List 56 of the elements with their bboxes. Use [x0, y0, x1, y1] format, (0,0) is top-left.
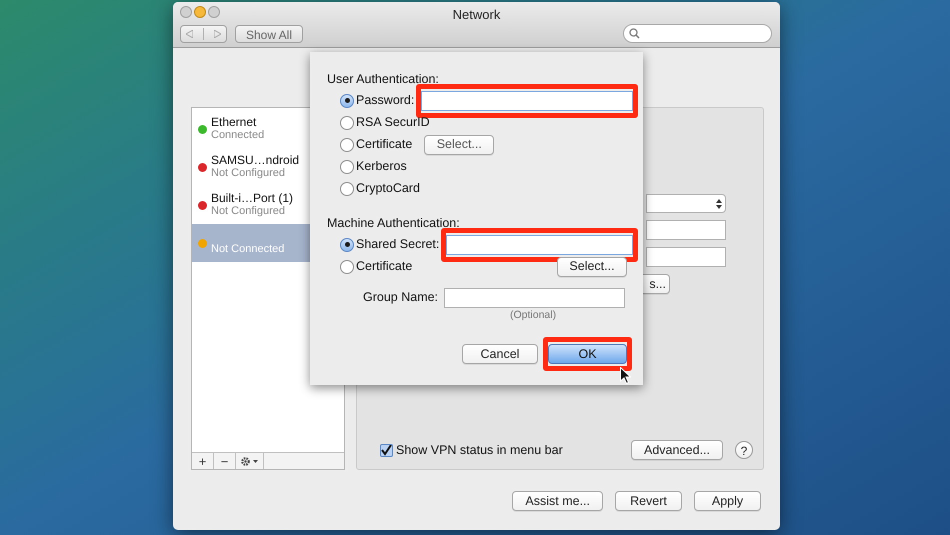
footer-button[interactable]: Apply [694, 491, 761, 511]
close-icon[interactable] [180, 6, 192, 18]
field-label: Group Name: [363, 289, 438, 306]
service-status: Connected [211, 129, 264, 142]
radio-button[interactable] [340, 182, 354, 196]
window-title: Network [452, 6, 500, 24]
text-field[interactable] [646, 220, 726, 240]
option-label: Shared Secret: [356, 236, 440, 254]
show-all-button[interactable]: Show All [235, 25, 303, 43]
text-field[interactable] [646, 247, 726, 267]
help-button[interactable]: ? [735, 441, 753, 459]
footer-button[interactable]: Revert [615, 491, 682, 511]
select-button[interactable]: Select... [424, 134, 494, 155]
forward-icon[interactable] [214, 30, 221, 38]
search-icon [629, 28, 640, 39]
option-label: RSA SecurID [356, 114, 430, 132]
option-label: Certificate [356, 258, 412, 276]
service-status: Not Configured [211, 205, 286, 218]
checkbox-label: Show VPN status in menu bar [396, 442, 563, 459]
checkbox[interactable] [380, 444, 393, 456]
section-title: User Authentication: [326, 71, 440, 88]
cancel-button[interactable]: Cancel [462, 344, 538, 364]
hint-text: (Optional) [510, 308, 556, 322]
updown-arrows-icon [716, 198, 722, 208]
input-field[interactable] [421, 90, 633, 111]
radio-button[interactable] [340, 260, 354, 274]
service-name: Built-i…Port (1) [211, 192, 294, 205]
option-label: Certificate [356, 136, 412, 154]
back-icon[interactable] [186, 30, 193, 38]
footer-button[interactable]: Assist me... [512, 491, 603, 511]
radio-button[interactable] [340, 138, 354, 152]
option-label: Kerberos [356, 158, 407, 176]
mouse-pointer-icon [620, 367, 631, 384]
service-status: Not Configured [211, 167, 286, 180]
list-edit-button[interactable]: + [192, 453, 214, 469]
gear-icon [240, 456, 260, 466]
group-name-field[interactable] [444, 288, 626, 308]
radio-button[interactable] [340, 238, 354, 252]
back-forward-control[interactable] [180, 25, 227, 43]
advanced-button[interactable]: Advanced... [631, 440, 723, 460]
configuration-popup[interactable] [646, 194, 726, 213]
service-name: SAMSU…ndroid [211, 154, 300, 167]
list-edit-button[interactable]: − [214, 453, 236, 469]
service-name: Ethernet [211, 116, 258, 129]
option-label: CryptoCard [356, 180, 420, 198]
ok-button[interactable]: OK [548, 344, 627, 364]
search-field[interactable] [623, 24, 772, 43]
radio-button[interactable] [340, 160, 354, 174]
radio-button[interactable] [340, 94, 354, 108]
input-field[interactable] [446, 234, 633, 254]
option-label: Password: [356, 92, 414, 110]
zoom-icon[interactable] [208, 6, 220, 18]
service-status: Not Connected [211, 243, 284, 256]
minimize-icon[interactable] [194, 6, 206, 18]
authentication-settings-button[interactable]: s... [640, 274, 670, 294]
radio-button[interactable] [340, 116, 354, 130]
